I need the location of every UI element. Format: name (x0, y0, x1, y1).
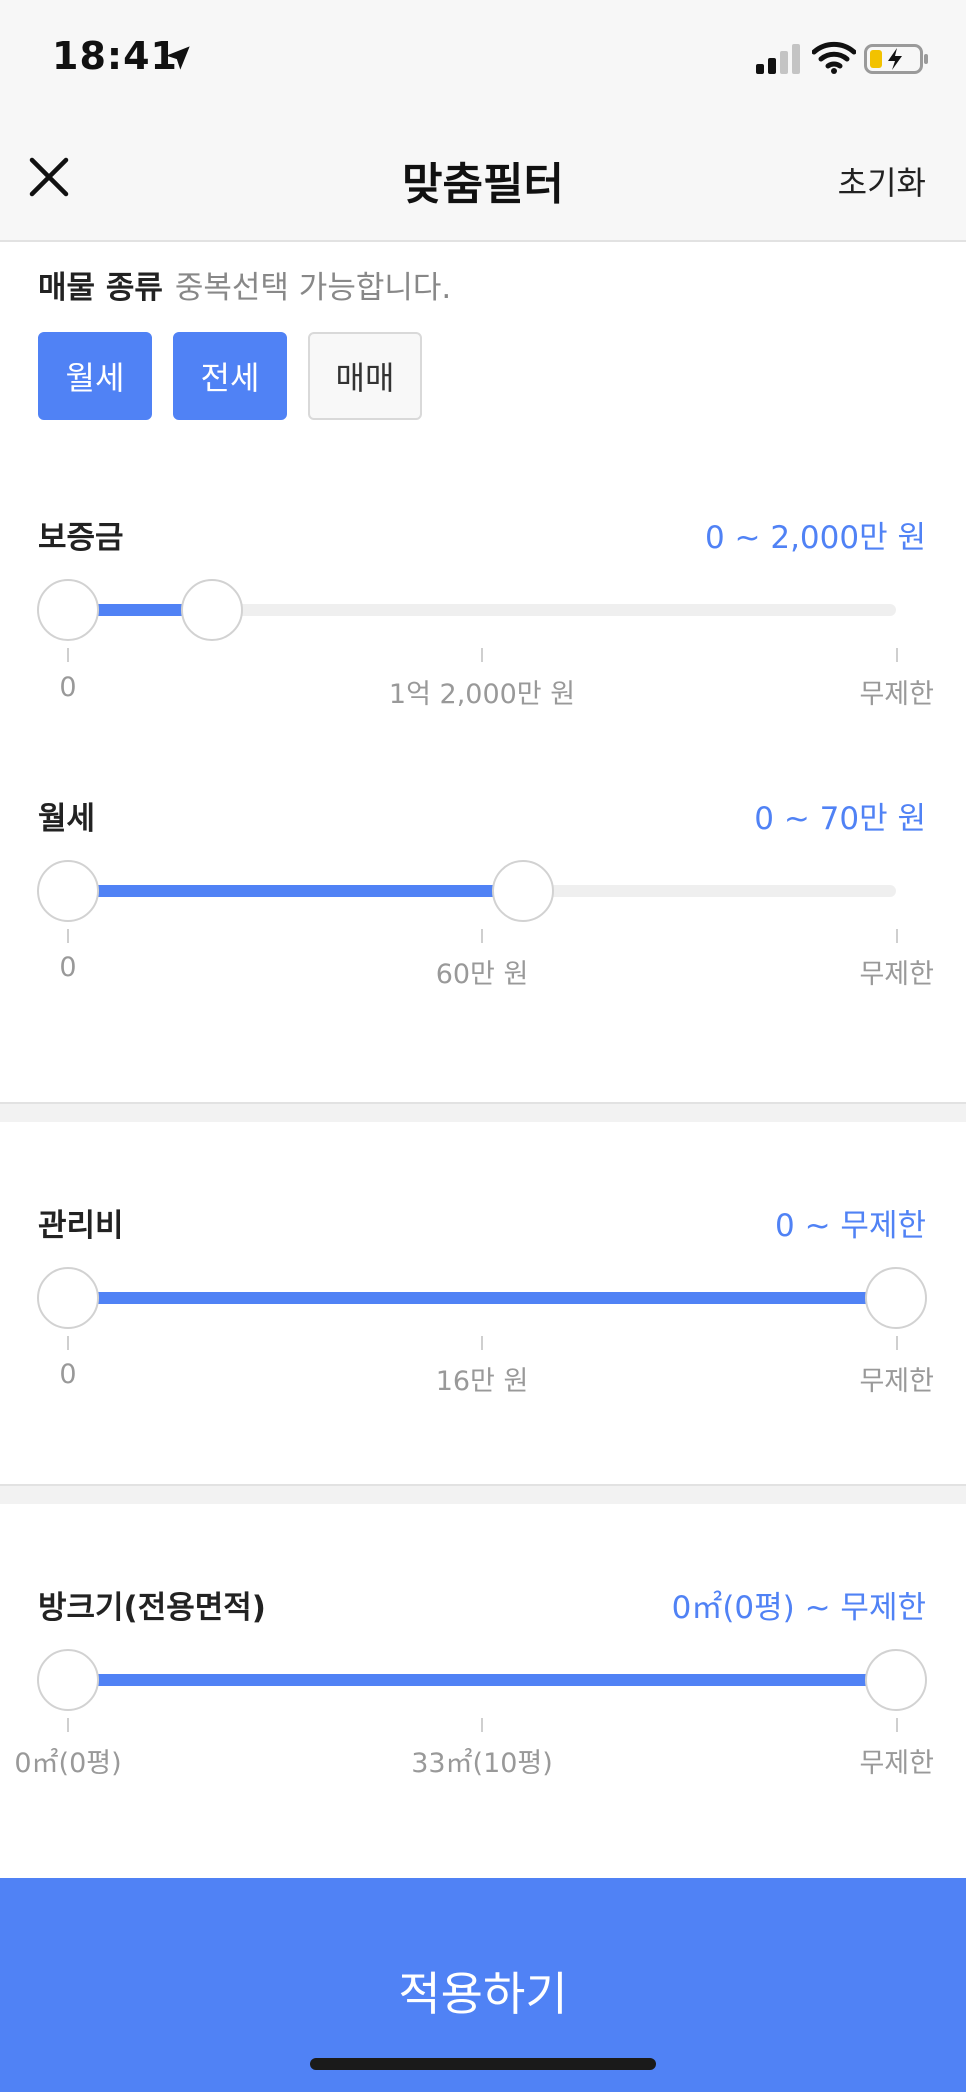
section-divider (0, 1102, 966, 1122)
tick-mark (481, 648, 483, 662)
monthly-rent-label: 월세 (38, 801, 96, 837)
home-indicator (310, 2058, 656, 2070)
maintenance-fee-max-handle[interactable] (865, 1267, 927, 1329)
cellular-signal-icon (756, 44, 800, 74)
room-size-value: 0㎡(0평) ~ 무제한 (671, 1590, 926, 1626)
maintenance-fee-tick-max: 무제한 (859, 1366, 934, 1397)
property-type-label: 매물 종류 (38, 270, 163, 306)
room-size-max-handle[interactable] (865, 1649, 927, 1711)
monthly-rent-tick-max: 무제한 (859, 959, 934, 990)
deposit-tick-min: 0 (59, 672, 77, 703)
room-size-min-handle[interactable] (37, 1649, 99, 1711)
tick-mark (896, 648, 898, 662)
deposit-min-handle[interactable] (37, 579, 99, 641)
deposit-label: 보증금 (38, 520, 124, 556)
tick-mark (67, 1718, 69, 1732)
location-arrow-icon (166, 46, 190, 70)
nav-bar: 맞춤필터 초기화 (0, 120, 966, 242)
monthly-rent-min-handle[interactable] (37, 860, 99, 922)
property-type-hint: 중복선택 가능합니다. (174, 270, 452, 306)
wifi-icon (812, 41, 856, 74)
room-size-slider-fill (68, 1674, 896, 1686)
status-bar: 18:41 (0, 0, 966, 120)
maintenance-fee-label: 관리비 (38, 1208, 124, 1244)
room-size-tick-max: 무제한 (859, 1748, 934, 1779)
tick-mark (896, 1336, 898, 1350)
deposit-slider[interactable] (37, 579, 896, 641)
apply-button[interactable]: 적용하기 (0, 1878, 966, 2092)
page-title: 맞춤필터 (402, 159, 564, 210)
tick-mark (481, 929, 483, 943)
monthly-rent-slider-fill (68, 885, 523, 897)
chip-monthly-rent[interactable]: 월세 (38, 332, 152, 420)
tick-mark (896, 1718, 898, 1732)
monthly-rent-max-handle[interactable] (491, 860, 554, 922)
maintenance-fee-value: 0 ~ 무제한 (775, 1208, 926, 1244)
deposit-value: 0 ~ 2,000만 원 (704, 520, 926, 556)
tick-mark (896, 929, 898, 943)
section-divider (0, 1484, 966, 1504)
chip-jeonse[interactable]: 전세 (173, 332, 287, 420)
chip-purchase[interactable]: 매매 (308, 332, 422, 420)
deposit-max-handle[interactable] (181, 579, 244, 641)
apply-button-label: 적용하기 (398, 1967, 568, 2021)
deposit-tick-mid: 1억 2,000만 원 (388, 679, 576, 710)
monthly-rent-tick-mid: 60만 원 (435, 959, 529, 990)
room-size-tick-min: 0㎡(0평) (14, 1748, 122, 1779)
maintenance-fee-min-handle[interactable] (37, 1267, 99, 1329)
tick-mark (481, 1336, 483, 1350)
monthly-rent-value: 0 ~ 70만 원 (754, 801, 926, 837)
room-size-label: 방크기(전용면적) (38, 1590, 266, 1626)
reset-button[interactable]: 초기화 (838, 158, 926, 204)
tick-mark (67, 648, 69, 662)
room-size-tick-mid: 33㎡(10평) (411, 1748, 553, 1779)
maintenance-fee-tick-min: 0 (59, 1359, 77, 1390)
maintenance-fee-tick-mid: 16만 원 (435, 1366, 529, 1397)
property-type-header: 매물 종류 중복선택 가능합니다. (38, 262, 451, 307)
monthly-rent-tick-min: 0 (59, 952, 77, 983)
status-time: 18:41 (52, 34, 178, 78)
battery-charging-icon (864, 44, 928, 74)
room-size-slider[interactable] (37, 1649, 927, 1711)
tick-mark (67, 929, 69, 943)
maintenance-fee-slider[interactable] (37, 1267, 927, 1329)
maintenance-fee-slider-fill (68, 1292, 896, 1304)
deposit-tick-max: 무제한 (859, 679, 934, 710)
tick-mark (481, 1718, 483, 1732)
monthly-rent-slider[interactable] (37, 860, 896, 922)
tick-mark (67, 1336, 69, 1350)
